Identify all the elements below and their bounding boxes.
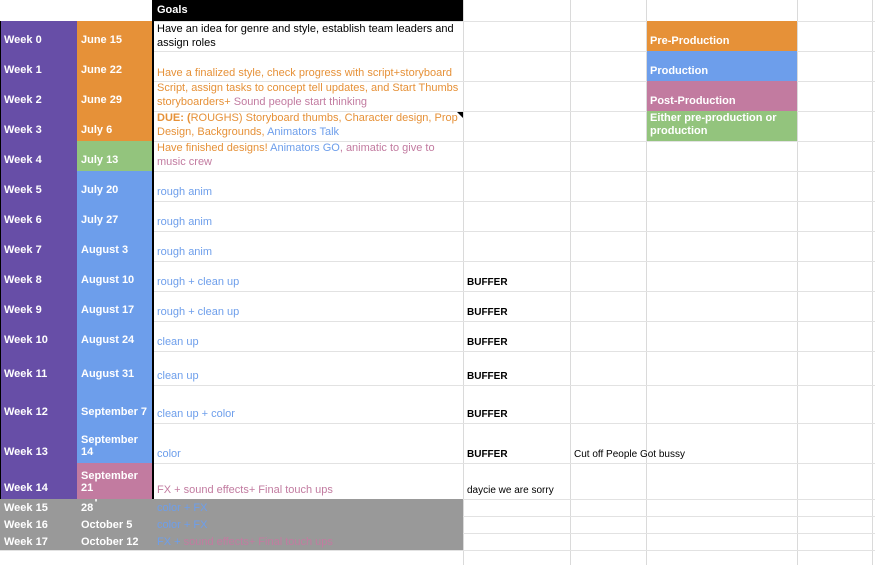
- week-label[interactable]: Week 17: [0, 533, 77, 550]
- goal-cell[interactable]: rough anim: [154, 231, 463, 261]
- buffer-cell[interactable]: BUFFER: [464, 385, 570, 423]
- date-label[interactable]: September 21: [77, 463, 153, 499]
- goal-text: Have an idea for genre and style, establ…: [157, 23, 454, 49]
- goal-cell[interactable]: clean up: [154, 351, 463, 385]
- date-label[interactable]: July 13: [77, 141, 153, 171]
- date-label[interactable]: June 29: [77, 81, 153, 111]
- goal-text: Have a finalized style, check progress w…: [157, 67, 452, 79]
- week-label[interactable]: Week 5: [0, 171, 77, 201]
- goal-cell[interactable]: DUE: (ROUGHS) Storyboard thumbs, Charact…: [154, 111, 463, 141]
- date-label[interactable]: July 6: [77, 111, 153, 141]
- buffer-cell[interactable]: BUFFER: [464, 261, 570, 291]
- goal-cell[interactable]: rough anim: [154, 171, 463, 201]
- goal-cell[interactable]: Have an idea for genre and style, establ…: [154, 21, 463, 51]
- goal-cell[interactable]: color: [154, 423, 463, 463]
- goal-text: Sound people start thinking: [233, 96, 368, 108]
- date-label[interactable]: October 5: [77, 516, 153, 533]
- date-label[interactable]: August 31: [77, 351, 153, 385]
- week-label[interactable]: Week 3: [0, 111, 77, 141]
- week-label[interactable]: Week 6: [0, 201, 77, 231]
- goal-text: clean up: [157, 370, 199, 382]
- goal-cell[interactable]: color + FX: [154, 516, 463, 533]
- goals-header[interactable]: Goals: [153, 0, 463, 21]
- legend-postproduction[interactable]: Post-Production: [647, 81, 797, 111]
- date-label[interactable]: June 22: [77, 51, 153, 81]
- goal-text: rough anim: [157, 186, 213, 198]
- week-label[interactable]: Week 7: [0, 231, 77, 261]
- date-label[interactable]: September 7: [77, 385, 153, 423]
- week-label[interactable]: Week 13: [0, 423, 77, 463]
- goal-text: color: [157, 448, 181, 460]
- date-label[interactable]: July 27: [77, 201, 153, 231]
- week-label[interactable]: Week 14: [0, 463, 77, 499]
- goal-cell[interactable]: Script, assign tasks to concept tell upd…: [154, 81, 463, 111]
- goal-text: rough + clean up: [157, 276, 240, 288]
- week-label[interactable]: Week 4: [0, 141, 77, 171]
- goal-cell[interactable]: rough + clean up: [154, 261, 463, 291]
- date-label[interactable]: September 14: [77, 423, 153, 463]
- grid-line: [872, 0, 873, 565]
- buffer-cell[interactable]: BUFFER: [464, 321, 570, 351]
- goal-text: clean up: [157, 336, 199, 348]
- date-label[interactable]: August 17: [77, 291, 153, 321]
- week-label[interactable]: Week 12: [0, 385, 77, 423]
- goal-cell[interactable]: clean up: [154, 321, 463, 351]
- date-label[interactable]: June 15: [77, 21, 153, 51]
- legend-production[interactable]: Production: [647, 51, 797, 81]
- grid-line: [570, 0, 571, 565]
- goal-text: color + FX: [157, 502, 208, 514]
- goal-text: clean up + color: [157, 408, 235, 420]
- goal-text: Have finished designs!: [157, 142, 271, 154]
- legend-preproduction[interactable]: Pre-Production: [647, 21, 797, 51]
- goal-cell[interactable]: color + FX: [154, 499, 463, 516]
- goal-cell[interactable]: rough + clean up: [154, 291, 463, 321]
- week-label[interactable]: Week 2: [0, 81, 77, 111]
- week-label[interactable]: Week 11: [0, 351, 77, 385]
- grid-line: [797, 0, 798, 565]
- goal-cell[interactable]: rough anim: [154, 201, 463, 231]
- goal-text: color + FX: [157, 519, 208, 531]
- goal-text: DUE: (: [157, 112, 191, 124]
- week-label[interactable]: Week 16: [0, 516, 77, 533]
- date-label[interactable]: August 3: [77, 231, 153, 261]
- goal-text: rough anim: [157, 246, 213, 258]
- date-label[interactable]: August 10: [77, 261, 153, 291]
- week-label[interactable]: Week 0: [0, 21, 77, 51]
- goal-text: FX + sound effects+ Final touch ups: [157, 484, 333, 496]
- buffer-cell[interactable]: BUFFER: [464, 423, 570, 463]
- week-label[interactable]: Week 8: [0, 261, 77, 291]
- goal-cell[interactable]: Have finished designs! Animators GO, ani…: [154, 141, 463, 171]
- date-label[interactable]: October 12: [77, 533, 153, 550]
- buffer-cell[interactable]: BUFFER: [464, 351, 570, 385]
- goal-text: rough + clean up: [157, 306, 240, 318]
- date-label[interactable]: July 20: [77, 171, 153, 201]
- goal-text: FX +: [157, 536, 184, 548]
- week-label[interactable]: Week 10: [0, 321, 77, 351]
- goal-cell[interactable]: Have a finalized style, check progress w…: [154, 51, 463, 81]
- week-label[interactable]: Week 9: [0, 291, 77, 321]
- legend-either[interactable]: Either pre-production or production: [647, 111, 797, 141]
- comment-marker-icon[interactable]: [457, 112, 463, 118]
- goal-text: Animators GO: [270, 142, 340, 154]
- goal-cell[interactable]: clean up + color: [154, 385, 463, 423]
- note-cell[interactable]: daycie we are sorry: [464, 463, 570, 499]
- date-label[interactable]: September 28: [77, 499, 153, 516]
- goal-text: sound effects+ Final touch ups: [183, 536, 333, 548]
- buffer-cell[interactable]: BUFFER: [464, 291, 570, 321]
- week-label[interactable]: Week 15: [0, 499, 77, 516]
- goal-text: rough anim: [157, 216, 213, 228]
- goal-cell[interactable]: FX + sound effects+ Final touch ups: [154, 463, 463, 499]
- note-cell[interactable]: Cut off People Got bussy: [571, 423, 731, 463]
- goal-text: Animators Talk: [267, 126, 340, 138]
- week-label[interactable]: Week 1: [0, 51, 77, 81]
- grid-line: [0, 550, 875, 551]
- goal-cell[interactable]: FX + sound effects+ Final touch ups: [154, 533, 463, 550]
- date-label[interactable]: August 24: [77, 321, 153, 351]
